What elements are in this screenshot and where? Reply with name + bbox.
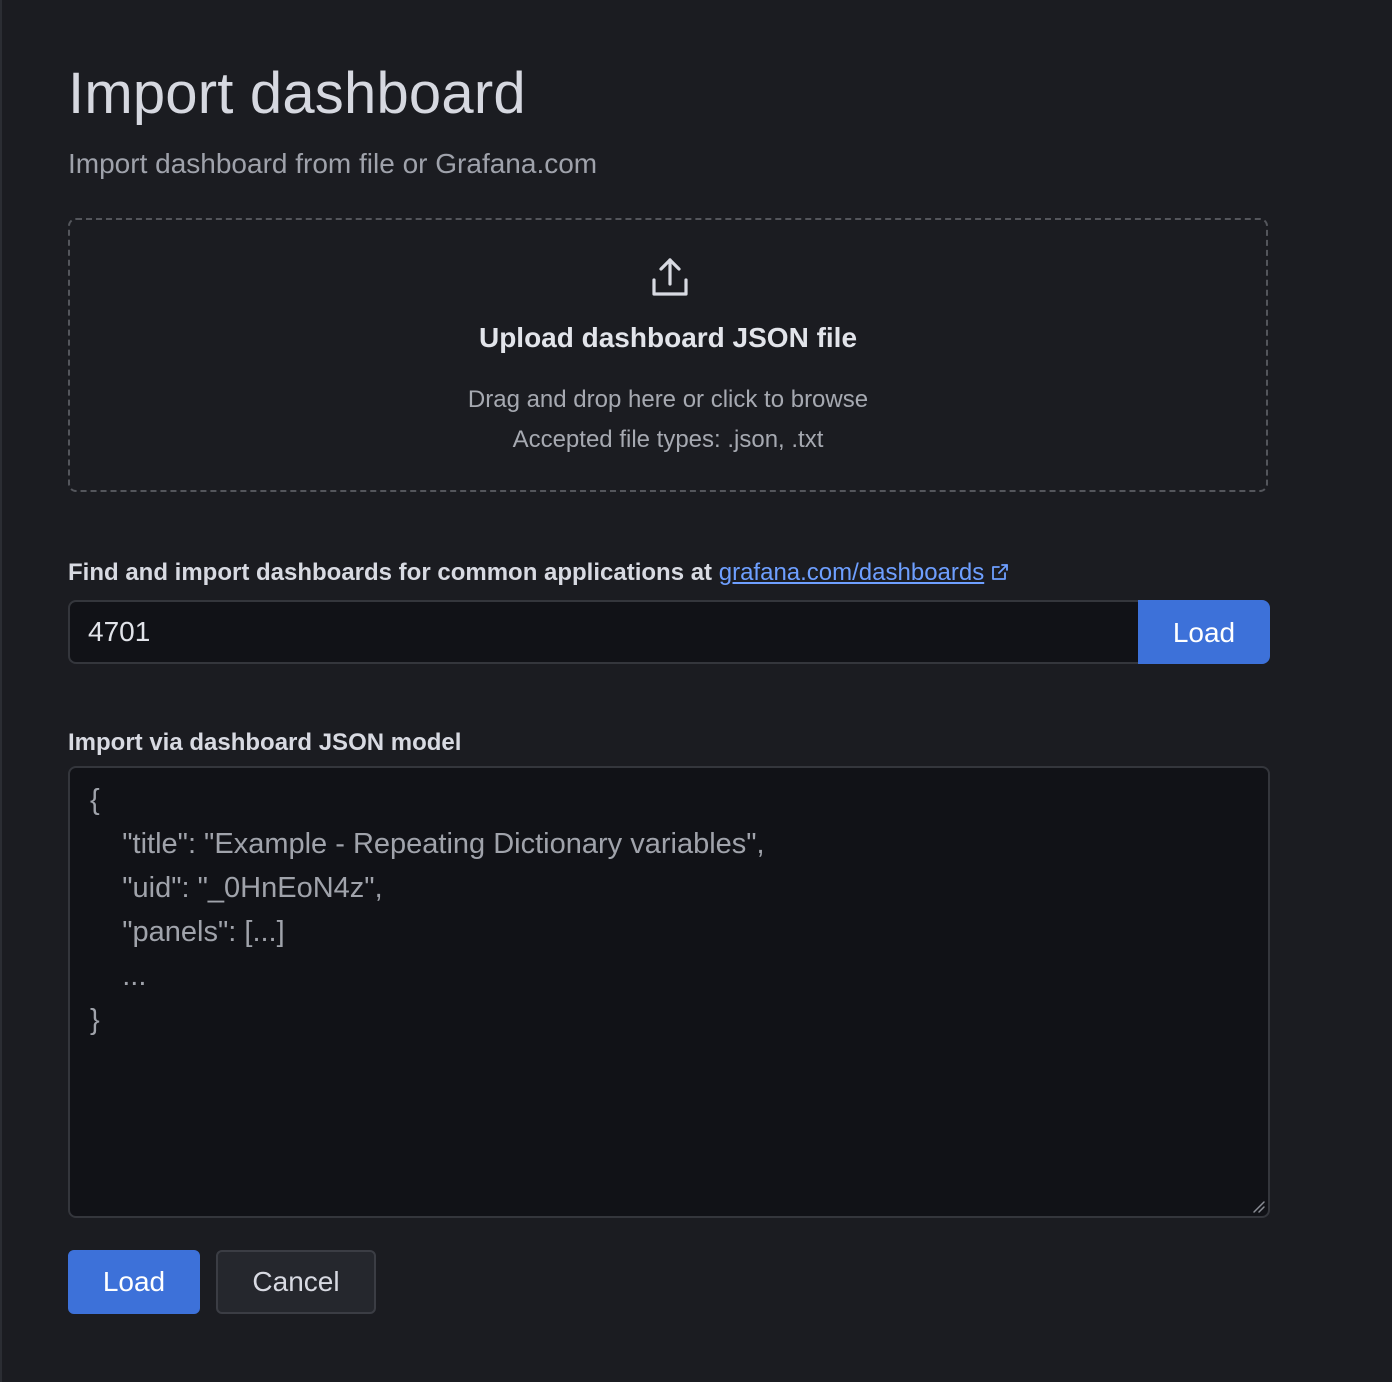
grafana-com-dashboards-link[interactable]: grafana.com/dashboards — [719, 559, 985, 586]
json-placeholder-line: "panels": [...] — [90, 916, 285, 948]
upload-hint: Drag and drop here or click to browse — [467, 386, 869, 413]
upload-title: Upload dashboard JSON file — [478, 322, 858, 353]
cancel-button[interactable]: Cancel — [216, 1250, 376, 1314]
json-placeholder-line: } — [90, 1004, 100, 1036]
json-placeholder-line: "title": "Example - Repeating Dictionary… — [90, 828, 765, 860]
grafana-com-label-text: Find and import dashboards for common ap… — [68, 559, 713, 586]
resize-handle-icon[interactable] — [1252, 1200, 1266, 1214]
import-dashboard-page: Import dashboard Import dashboard from f… — [0, 0, 1392, 1382]
json-model-textarea[interactable]: { "title": "Example - Repeating Dictiona… — [68, 766, 1270, 1218]
json-model-label: Import via dashboard JSON model — [68, 729, 462, 756]
json-placeholder-line: { — [90, 784, 100, 816]
json-placeholder-line: ... — [90, 960, 147, 992]
upload-icon — [652, 258, 688, 296]
external-link-icon[interactable] — [990, 562, 1010, 582]
upload-dropzone[interactable]: Upload dashboard JSON file Drag and drop… — [68, 218, 1268, 492]
grafana-dashboard-id-input[interactable] — [68, 600, 1140, 664]
load-json-button[interactable]: Load — [68, 1250, 200, 1314]
load-grafana-com-button[interactable]: Load — [1138, 600, 1270, 664]
grafana-com-label: Find and import dashboards for common ap… — [68, 556, 1010, 590]
upload-accepted-types: Accepted file types: .json, .txt — [512, 426, 824, 453]
json-placeholder-line: "uid": "_0HnEoN4z", — [90, 872, 383, 904]
page-title: Import dashboard — [68, 61, 526, 126]
page-subtitle: Import dashboard from file or Grafana.co… — [68, 148, 598, 179]
